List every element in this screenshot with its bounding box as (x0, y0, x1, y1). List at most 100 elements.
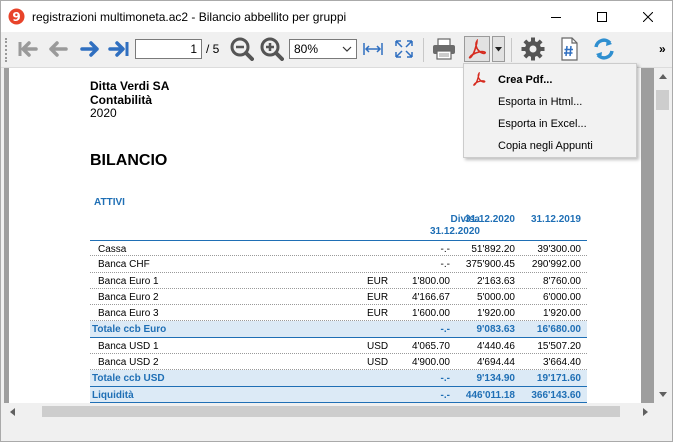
amount-2019: 8'760.00 (542, 275, 581, 287)
minimize-button[interactable] (533, 1, 579, 32)
fit-page-icon (395, 40, 413, 58)
foreign-currency-amount: 4'166.67 (411, 291, 450, 303)
col-header-2020: 31.12.2020 (464, 214, 515, 225)
chevron-down-icon (342, 46, 352, 52)
print-button[interactable] (431, 36, 457, 62)
amount-2019: 39'300.00 (537, 244, 581, 255)
close-icon (643, 11, 653, 22)
foreign-currency-amount: 1'800.00 (411, 275, 450, 287)
scroll-right-button[interactable] (637, 403, 654, 420)
toolbar-overflow-button[interactable]: » (659, 42, 666, 56)
account-description: Totale ccb USD (92, 373, 165, 385)
fit-width-button[interactable] (360, 36, 386, 62)
account-description: Liquidità (92, 389, 134, 401)
zoom-in-icon (260, 37, 284, 61)
triangle-left-icon (10, 407, 15, 416)
report-title: BILANCIO (90, 152, 168, 169)
amount-2019: 16'680.00 (536, 324, 581, 336)
account-description: Banca Euro 1 (98, 275, 159, 287)
menu-item-create-pdf[interactable]: Crea Pdf... (464, 68, 636, 90)
zoom-in-button[interactable] (259, 36, 285, 62)
currency-code: EUR (367, 308, 389, 320)
foreign-currency-amount: 1'600.00 (411, 308, 450, 320)
amount-2020: 1'920.00 (476, 308, 515, 320)
caret-down-icon (495, 46, 502, 51)
scroll-down-button[interactable] (654, 386, 671, 403)
close-button[interactable] (625, 1, 671, 32)
amount-2019: 290'992.00 (531, 259, 581, 271)
pdf-button[interactable] (464, 36, 490, 62)
vertical-scroll-thumb[interactable] (656, 90, 669, 110)
svg-text:9: 9 (12, 10, 20, 24)
foreign-currency-amount: -.- (440, 389, 450, 401)
page-number-input[interactable]: 1 (135, 39, 202, 59)
printer-icon (433, 38, 455, 60)
triangle-up-icon (658, 74, 667, 79)
hash-document-icon (561, 37, 578, 61)
section-label: ATTIVI (94, 197, 125, 208)
foreign-currency-amount: 4'900.00 (411, 357, 450, 369)
amount-2019: 19'171.60 (536, 373, 581, 385)
menu-item-label: Esporta in Excel... (498, 118, 587, 130)
account-description: Banca USD 2 (98, 357, 159, 369)
toolbar-grip[interactable] (5, 38, 9, 62)
menu-item-label: Crea Pdf... (498, 74, 553, 86)
fit-width-icon (363, 43, 383, 55)
table-total-row: Liquidità -.- 446'011.18 366'143.60 (90, 386, 587, 403)
refresh-icon (594, 38, 614, 60)
table-row: Banca USD 1 USD 4'065.70 4'440.46 15'507.20 (90, 338, 587, 355)
maximize-icon (597, 11, 607, 22)
toolbar-separator (511, 38, 512, 62)
settings-button[interactable] (520, 36, 546, 62)
pdf-icon (473, 72, 486, 86)
fit-page-button[interactable] (391, 36, 417, 62)
account-description: Banca Euro 3 (98, 308, 159, 320)
menu-item-copy-clipboard[interactable]: Copia negli Appunti (464, 134, 636, 156)
report-year: 2020 (90, 106, 117, 120)
menu-item-label: Esporta in Html... (498, 96, 583, 108)
horizontal-scroll-thumb[interactable] (42, 406, 620, 417)
vertical-scrollbar[interactable] (654, 68, 671, 403)
account-description: Banca USD 1 (98, 340, 159, 352)
app-logo-icon: 9 (8, 8, 25, 25)
table-row: Banca Euro 1 EUR 1'800.00 2'163.63 8'760.00 (90, 273, 587, 289)
col-header-divisa-line2: 31.12.2020 (429, 226, 480, 237)
refresh-button[interactable] (591, 36, 617, 62)
menu-item-export-excel[interactable]: Esporta in Excel... (464, 112, 636, 134)
minimize-icon (551, 16, 561, 18)
horizontal-scrollbar[interactable] (4, 403, 654, 420)
first-page-button[interactable] (15, 36, 41, 62)
table-row: Banca USD 2 USD 4'900.00 4'694.44 3'664.40 (90, 354, 587, 371)
foreign-currency-amount: -.- (440, 373, 450, 385)
gear-icon (521, 37, 545, 61)
table-total-row: Totale ccb Euro -.- 9'083.63 16'680.00 (90, 321, 587, 338)
pdf-icon (468, 39, 486, 59)
amount-2019: 366'143.60 (531, 389, 581, 401)
account-description: Banca CHF (98, 259, 150, 271)
pdf-dropdown-button[interactable] (492, 36, 505, 62)
menu-item-export-html[interactable]: Esporta in Html... (464, 90, 636, 112)
zoom-value: 80% (294, 42, 319, 56)
next-page-button[interactable] (77, 36, 103, 62)
app-window: 9 registrazioni multimoneta.ac2 - Bilanc… (0, 0, 673, 442)
triangle-right-icon (643, 407, 648, 416)
table-row: Banca Euro 2 EUR 4'166.67 5'000.00 6'000.00 (90, 289, 587, 306)
last-page-button[interactable] (106, 36, 132, 62)
prev-page-button[interactable] (45, 36, 71, 62)
maximize-button[interactable] (579, 1, 625, 32)
scroll-up-button[interactable] (654, 68, 671, 85)
scroll-left-button[interactable] (4, 403, 21, 420)
hash-button[interactable] (556, 36, 582, 62)
currency-code: EUR (367, 275, 389, 287)
amount-2019: 3'664.40 (542, 357, 581, 369)
export-menu: Crea Pdf... Esporta in Html... Esporta i… (463, 63, 637, 158)
company-name: Ditta Verdi SA (90, 79, 170, 93)
toolbar-separator (423, 38, 424, 62)
col-header-2019: 31.12.2019 (530, 214, 581, 225)
zoom-out-button[interactable] (229, 36, 255, 62)
amount-2020: 446'011.18 (465, 389, 515, 401)
account-description: Banca Euro 2 (98, 291, 159, 303)
zoom-select[interactable]: 80% (289, 39, 357, 59)
amount-2019: 15'507.20 (537, 340, 581, 352)
account-description: Totale ccb Euro (92, 324, 167, 336)
